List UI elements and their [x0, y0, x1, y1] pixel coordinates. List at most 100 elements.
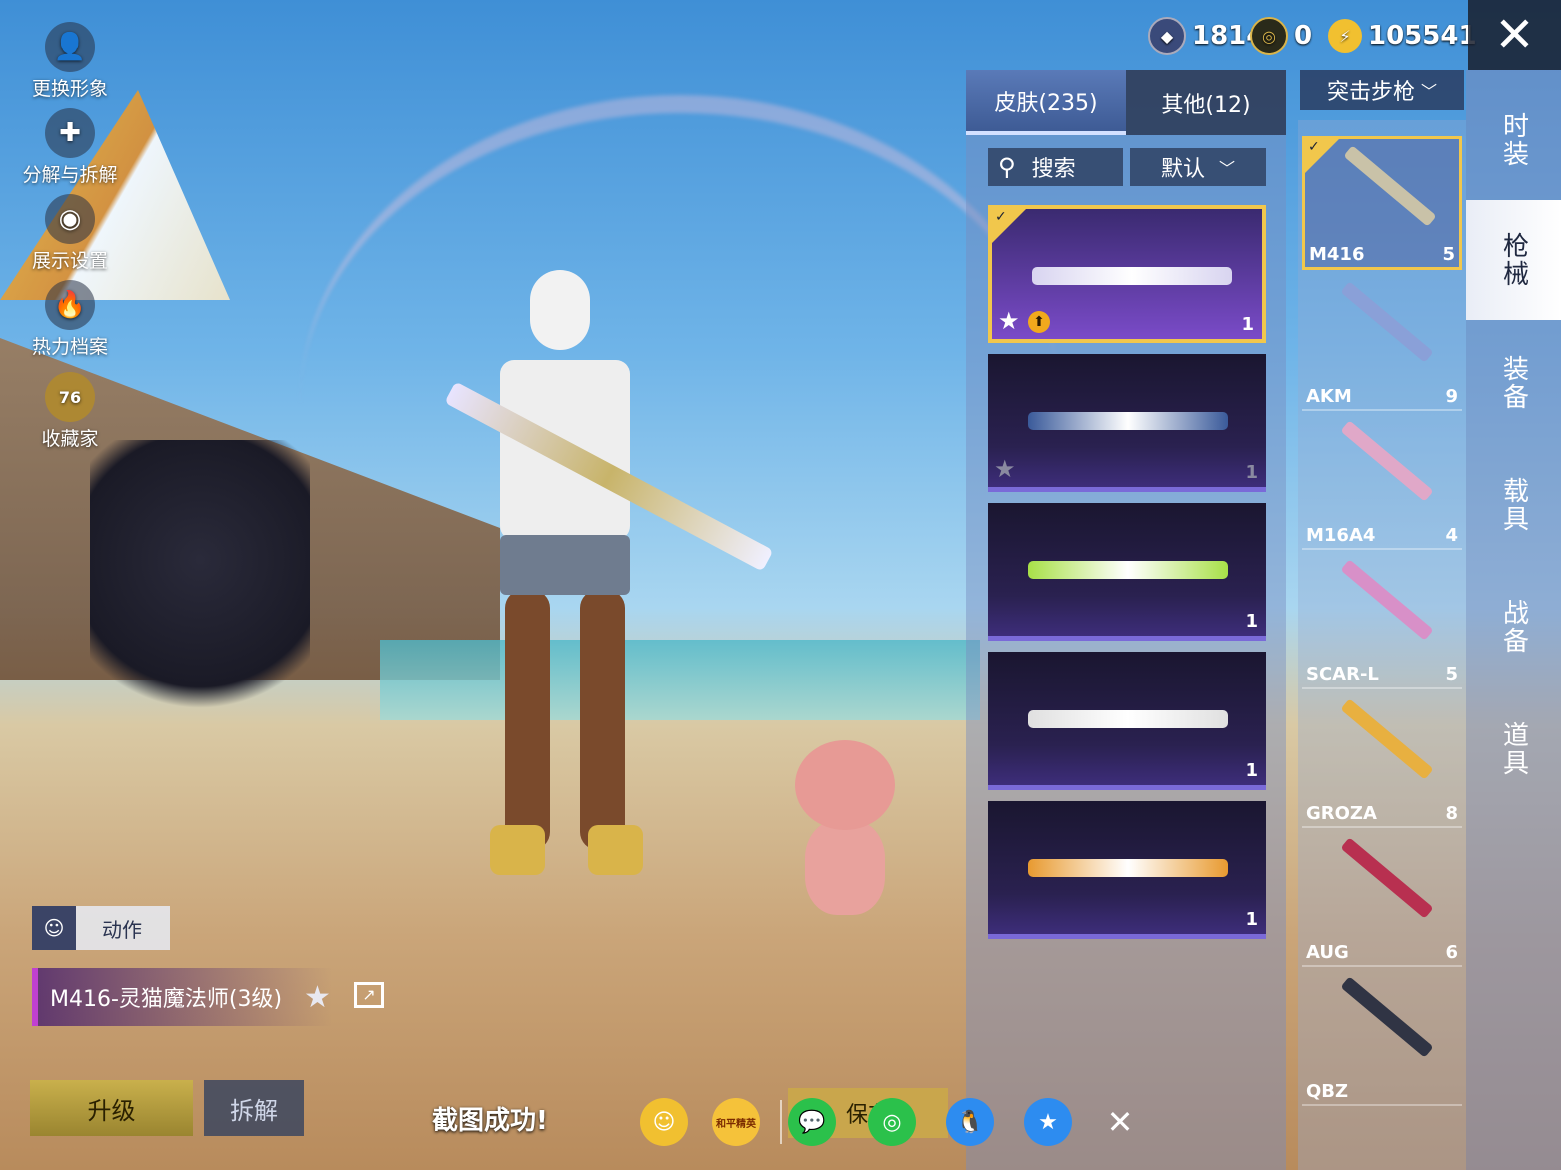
skin-card[interactable]: ★ ⬆ 1 — [988, 205, 1266, 343]
search-icon: ⚲ — [998, 153, 1016, 181]
sort-dropdown[interactable]: 默认 ﹀ — [1130, 148, 1266, 186]
tab-others[interactable]: 其他(12) — [1126, 70, 1286, 135]
tab-supplies[interactable]: 战备 — [1466, 567, 1561, 687]
lightning-icon: ⚡ — [1328, 19, 1362, 53]
currency-1[interactable]: ◆ 1814 — [1148, 16, 1264, 56]
weapon-item-aug[interactable]: AUG 6 — [1302, 831, 1462, 967]
skin-gun-image — [1032, 267, 1232, 285]
game-logo-icon[interactable]: 和平精英 — [712, 1098, 760, 1146]
tab-items[interactable]: 道具 — [1466, 689, 1561, 809]
search-button[interactable]: ⚲ 搜索 — [988, 148, 1123, 186]
chevron-down-icon: ﹀ — [1421, 82, 1438, 101]
skin-card[interactable]: 1 — [988, 801, 1266, 939]
wegame-icon[interactable]: ☺ — [640, 1098, 688, 1146]
beaver-body — [805, 820, 885, 915]
weapon-item-m416[interactable]: M416 5 — [1302, 136, 1462, 270]
horse-pet — [90, 440, 310, 740]
weapon-skin-count: 6 — [1445, 942, 1458, 963]
weapon-item-qbz[interactable]: QBZ — [1302, 970, 1462, 1106]
skin-name: M416-灵猫魔法师(3级) — [50, 987, 283, 1012]
beaver-head — [795, 740, 895, 830]
weapon-image — [1340, 837, 1434, 919]
favorite-star-icon[interactable]: ★ — [304, 980, 331, 1015]
skin-name-bar: M416-灵猫魔法师(3级) — [32, 968, 332, 1026]
decompose-label: 分解与拆解 — [22, 164, 118, 186]
share-divider — [780, 1100, 782, 1144]
close-icon[interactable]: ✕ — [1468, 0, 1561, 70]
character-shoe — [588, 825, 643, 875]
weapon-image — [1340, 420, 1434, 502]
decompose-button[interactable]: ✚ 分解与拆解 — [15, 108, 125, 187]
skin-card[interactable]: 1 — [988, 503, 1266, 641]
avatar-icon: 👤 — [45, 22, 95, 72]
weapon-item-m16a4[interactable]: M16A4 4 — [1302, 414, 1462, 550]
character-leg — [505, 590, 550, 850]
beaver-companion — [790, 740, 900, 920]
tab-fashion[interactable]: 时装 — [1466, 80, 1561, 200]
token-icon: ◎ — [1250, 17, 1288, 55]
skin-count: 1 — [1245, 760, 1258, 781]
check-icon — [992, 209, 1026, 243]
collector-level: 76 — [58, 387, 82, 407]
upgrade-label: 升级 — [87, 1096, 136, 1125]
tab-supplies-label: 战备 — [1498, 599, 1529, 655]
action-label: 动作 — [102, 917, 142, 942]
currency-3[interactable]: ⚡ 105541 — [1328, 16, 1477, 56]
badge-icon: 76 — [45, 372, 95, 422]
character-shoe — [490, 825, 545, 875]
player-character — [444, 250, 774, 890]
weapon-type-dropdown[interactable]: 突击步枪 ﹀ — [1300, 70, 1464, 110]
weapon-type-label: 突击步枪 — [1326, 80, 1415, 105]
currency-2-value: 0 — [1294, 21, 1313, 51]
qq-icon[interactable]: 🐧 — [946, 1098, 994, 1146]
currency-3-value: 105541 — [1368, 21, 1477, 51]
currency-2[interactable]: ◎ 0 — [1250, 16, 1312, 56]
favorite-star-icon: ★ — [998, 307, 1020, 335]
weapon-image — [1340, 559, 1434, 641]
display-settings-label: 展示设置 — [31, 250, 108, 272]
weapon-item-scar-l[interactable]: SCAR-L 5 — [1302, 553, 1462, 689]
weapon-item-akm[interactable]: AKM 9 — [1302, 275, 1462, 411]
qzone-icon[interactable]: ★ — [1024, 1098, 1072, 1146]
weapon-skin-count: 4 — [1445, 525, 1458, 546]
display-settings-button[interactable]: ◉ 展示设置 — [15, 194, 125, 273]
weapon-name: AUG — [1306, 942, 1349, 963]
upgrade-button[interactable]: 升级 — [30, 1080, 193, 1136]
skin-card[interactable]: ★ 1 — [988, 354, 1266, 492]
wechat-icon[interactable]: 💬 — [788, 1098, 836, 1146]
upgrade-arrow-icon: ⬆ — [1028, 311, 1050, 333]
close-icon[interactable]: ✕ — [1096, 1098, 1144, 1146]
coin-icon: ◆ — [1148, 17, 1186, 55]
weapon-name: SCAR-L — [1306, 664, 1379, 685]
character-clown-mask — [530, 270, 590, 350]
heat-archive-label: 热力档案 — [31, 336, 108, 358]
tab-equipment[interactable]: 装备 — [1466, 323, 1561, 443]
tab-firearms[interactable]: 枪械 — [1466, 200, 1561, 320]
tab-vehicles-label: 载具 — [1498, 477, 1529, 533]
skin-card[interactable]: 1 — [988, 652, 1266, 790]
disassemble-button[interactable]: 拆解 — [204, 1080, 304, 1136]
tab-skins-label: 皮肤(235) — [994, 90, 1098, 116]
skin-gun-image — [1028, 412, 1228, 430]
weapon-name: M16A4 — [1306, 525, 1376, 546]
skin-count: 1 — [1245, 909, 1258, 930]
weapon-skin-count: 5 — [1442, 244, 1455, 265]
action-button[interactable]: ☺ 动作 — [32, 906, 170, 950]
skin-count: 1 — [1245, 462, 1258, 483]
moments-icon[interactable]: ◎ — [868, 1098, 916, 1146]
tab-equipment-label: 装备 — [1498, 355, 1529, 411]
weapon-item-groza[interactable]: GROZA 8 — [1302, 692, 1462, 828]
favorite-star-icon: ★ — [994, 455, 1016, 483]
change-avatar-button[interactable]: 👤 更换形象 — [15, 22, 125, 101]
tab-fashion-label: 时装 — [1498, 112, 1529, 168]
collector-button[interactable]: 76 收藏家 — [15, 372, 125, 451]
share-icon[interactable]: ↗ — [354, 982, 384, 1008]
skin-gun-image — [1028, 710, 1228, 728]
heat-archive-button[interactable]: 🔥 热力档案 — [15, 280, 125, 359]
weapon-image — [1340, 281, 1434, 363]
game-logo-text: 和平精英 — [716, 1118, 756, 1130]
tab-skins[interactable]: 皮肤(235) — [966, 70, 1126, 135]
weapon-image — [1340, 698, 1434, 780]
tab-vehicles[interactable]: 载具 — [1466, 445, 1561, 565]
weapon-skin-count: 8 — [1445, 803, 1458, 824]
